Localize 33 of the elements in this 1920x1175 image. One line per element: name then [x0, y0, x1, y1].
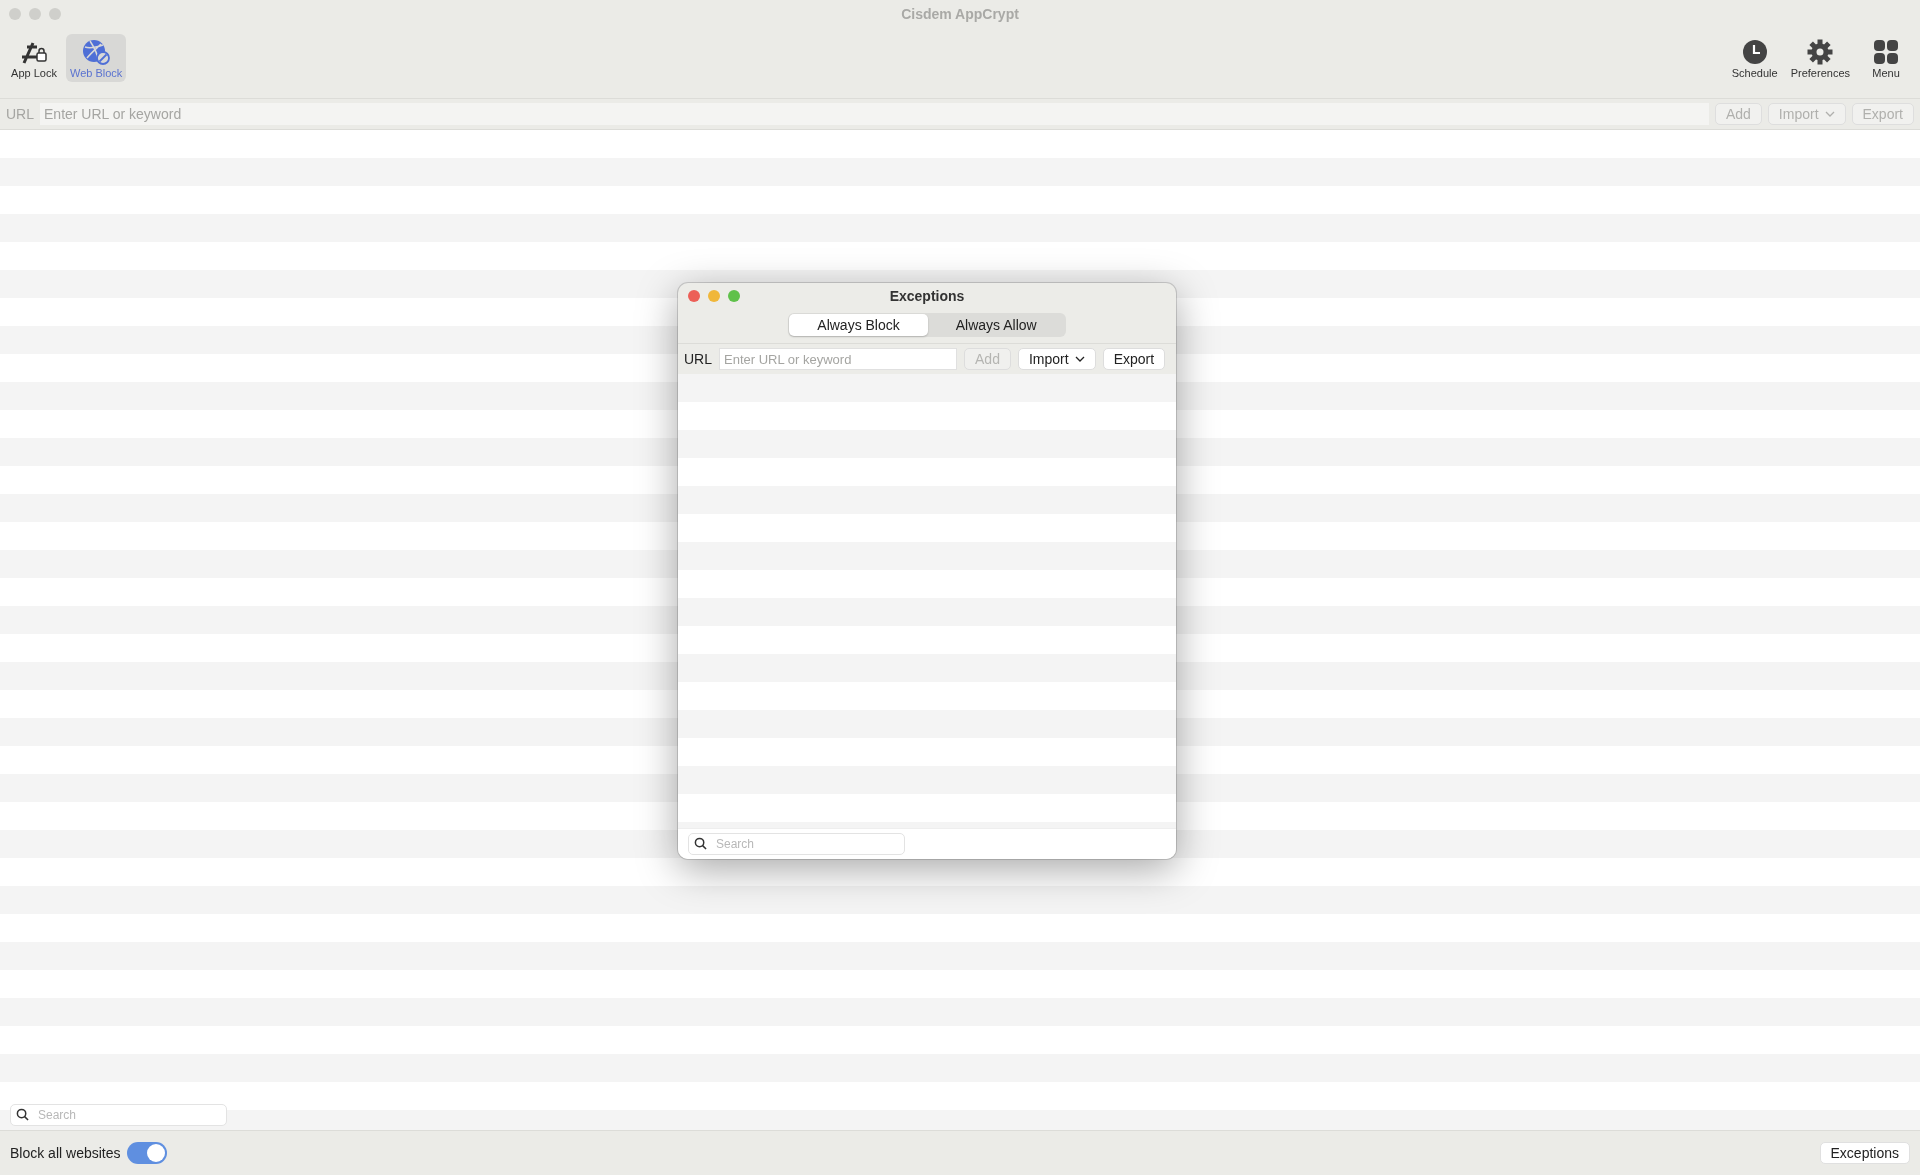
search-icon: [16, 1108, 29, 1121]
toolbar-tab[interactable]: App Lock: [6, 34, 62, 82]
toggle-label: Block all websites: [10, 1145, 121, 1161]
close-button[interactable]: [688, 290, 700, 302]
segment-tab[interactable]: Always Block: [789, 314, 928, 336]
toggle-switch[interactable]: [126, 1142, 167, 1164]
zoom-button[interactable]: [728, 290, 740, 302]
minimize-button[interactable]: [708, 290, 720, 302]
chevron-icon: [1074, 356, 1085, 362]
toolbar-button[interactable]: Preferences: [1786, 34, 1854, 82]
grid-menu-icon: [1873, 39, 1899, 65]
clock-icon: [1741, 39, 1768, 65]
url-input-field[interactable]: Enter URL or keyword: [719, 348, 957, 370]
dialog-title: Exceptions: [889, 288, 965, 304]
exceptions-button[interactable]: Exceptions: [1819, 1142, 1910, 1164]
url-input-field[interactable]: Enter URL or keyword: [40, 103, 1709, 125]
search-field[interactable]: Search: [10, 1104, 227, 1126]
import-dropdown[interactable]: Import: [1017, 348, 1096, 370]
settings-icon: [1807, 39, 1834, 65]
search-field[interactable]: Search: [688, 833, 905, 855]
chevron-icon: [1824, 111, 1835, 117]
toolbar-button[interactable]: Menu: [1858, 34, 1914, 82]
globe-block-icon: [81, 39, 112, 65]
window-control[interactable]: [29, 8, 41, 20]
toolbar-button[interactable]: Export: [1102, 348, 1166, 370]
toolbar-button[interactable]: Schedule: [1726, 34, 1783, 82]
url-label: URL: [6, 106, 34, 122]
window-control[interactable]: [9, 8, 21, 20]
url-label: URL: [684, 351, 712, 367]
window-control[interactable]: [49, 8, 61, 20]
window-title: Cisdem AppCrypt: [901, 6, 1019, 22]
search-icon: [694, 837, 707, 850]
segment-tab[interactable]: Always Allow: [927, 314, 1065, 336]
